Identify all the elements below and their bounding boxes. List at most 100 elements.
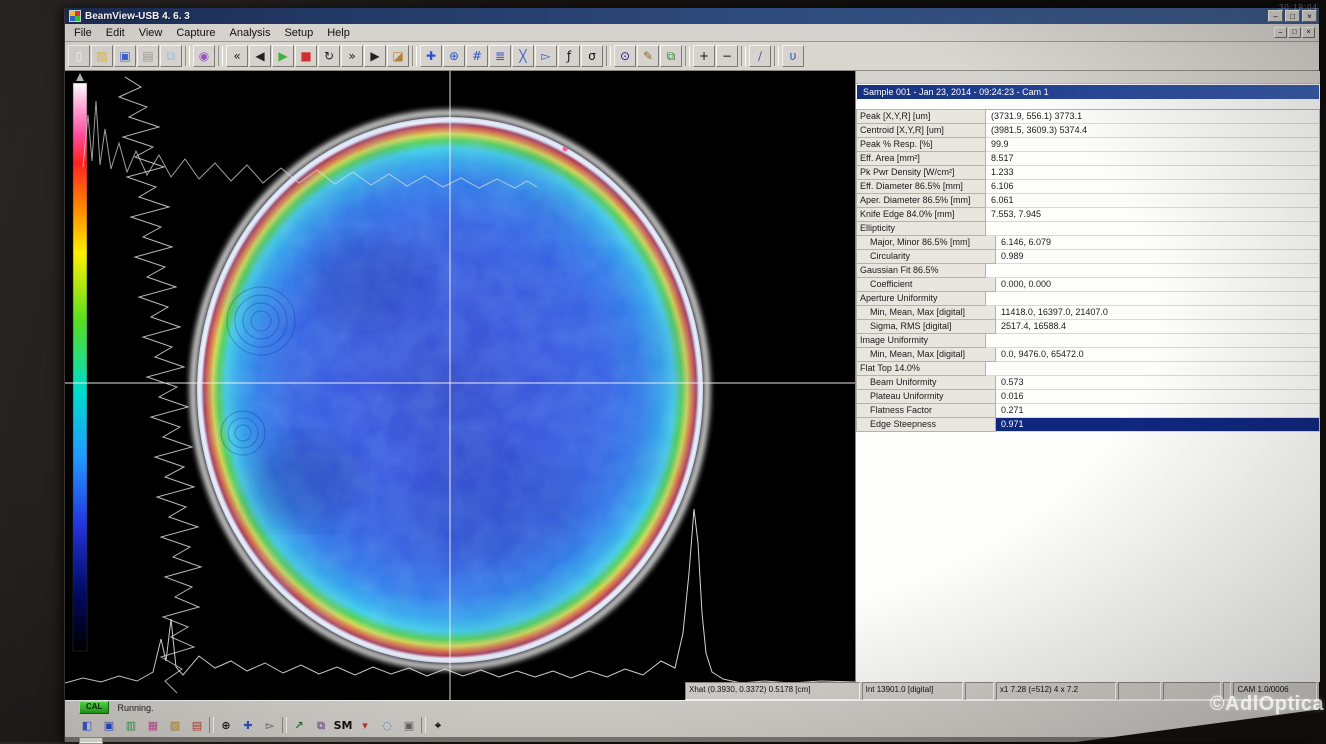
result-value: 6.146, 6.079 [996, 236, 1320, 250]
save-icon[interactable]: ▣ [114, 45, 136, 67]
draw-tool-icon[interactable]: ✎ [637, 45, 659, 67]
pdf-export-icon[interactable]: ▾ [355, 716, 375, 734]
first-frame-icon[interactable]: « [226, 45, 248, 67]
result-row[interactable]: Pk Pwr Density [W/cm²] 1.233 [856, 166, 1320, 180]
beam-display[interactable] [65, 71, 855, 700]
export-icon[interactable]: ↗ [289, 716, 309, 734]
move-tool-icon[interactable]: ✚ [420, 45, 442, 67]
result-row[interactable]: Sigma, RMS [digital] 2517.4, 16588.4 [856, 320, 1320, 334]
result-value [986, 334, 1320, 348]
menu-view[interactable]: View [132, 26, 170, 40]
camera-readout: CAM 1.0/0006 [1233, 682, 1317, 700]
print-icon[interactable]: ▤ [137, 45, 159, 67]
result-label: Edge Steepness [856, 418, 996, 432]
prev-frame-icon[interactable]: ◀ [249, 45, 271, 67]
film-strip-icon[interactable]: ▥ [121, 716, 141, 734]
menu-edit[interactable]: Edit [99, 26, 132, 40]
zoom-in-icon[interactable]: + [693, 45, 715, 67]
aperture-tool-icon[interactable]: ⊙ [614, 45, 636, 67]
result-row[interactable]: Circularity 0.989 [856, 250, 1320, 264]
result-row[interactable]: Gaussian Fit 86.5% [856, 264, 1320, 278]
grid-tool-icon[interactable]: # [466, 45, 488, 67]
result-value: (3731.9, 556.1) 3773.1 [986, 110, 1320, 124]
result-value: 1.233 [986, 166, 1320, 180]
pointer-tool-icon[interactable]: ▻ [535, 45, 557, 67]
acquisition-icon[interactable]: ◧ [77, 716, 97, 734]
result-value [986, 362, 1320, 376]
stop-icon[interactable]: ■ [295, 45, 317, 67]
zoom-tool-icon[interactable]: ⊕ [216, 716, 236, 734]
result-value: 0.271 [996, 404, 1320, 418]
result-value: 11418.0, 16397.0, 21407.0 [996, 306, 1320, 320]
snapshot-icon[interactable]: ▣ [399, 716, 419, 734]
search-icon[interactable]: ◌ [377, 716, 397, 734]
result-row[interactable]: Peak [X,Y,R] [um] (3731.9, 556.1) 3773.1 [856, 110, 1320, 124]
result-row[interactable]: Eff. Diameter 86.5% [mm] 6.106 [856, 180, 1320, 194]
sm-mode-button[interactable]: SM [333, 716, 353, 734]
minimize-button[interactable]: – [1274, 27, 1287, 38]
last-frame-icon[interactable]: ▶ [364, 45, 386, 67]
target-tool-icon[interactable]: ⌖ [428, 716, 448, 734]
pan-tool-icon[interactable]: ✚ [238, 716, 258, 734]
histogram-icon[interactable]: ▧ [165, 716, 185, 734]
result-row[interactable]: Min, Mean, Max [digital] 11418.0, 16397.… [856, 306, 1320, 320]
new-file-icon[interactable]: ▯ [68, 45, 90, 67]
capture-camera-icon[interactable]: ◉ [193, 45, 215, 67]
fit-function-icon[interactable]: ƒ [558, 45, 580, 67]
menu-capture[interactable]: Capture [169, 26, 222, 40]
palette-icon[interactable]: ▦ [143, 716, 163, 734]
next-frame-icon[interactable]: » [341, 45, 363, 67]
loop-icon[interactable]: ↻ [318, 45, 340, 67]
result-row[interactable]: Aper. Diameter 86.5% [mm] 6.061 [856, 194, 1320, 208]
result-label: Eff. Area [mm²] [856, 152, 986, 166]
result-label: Flat Top 14.0% [856, 362, 986, 376]
copy-icon[interactable]: ⧉ [160, 45, 182, 67]
zoom-out-icon[interactable]: − [716, 45, 738, 67]
overlay-tool-icon[interactable]: ⧉ [660, 45, 682, 67]
play-icon[interactable]: ▶ [272, 45, 294, 67]
open-file-icon[interactable]: ▨ [91, 45, 113, 67]
result-label: Sigma, RMS [digital] [856, 320, 996, 334]
result-row[interactable]: Major, Minor 86.5% [mm] 6.146, 6.079 [856, 236, 1320, 250]
result-row[interactable]: Beam Uniformity 0.573 [856, 376, 1320, 390]
calibration-pen-icon[interactable]: ∕ [749, 45, 771, 67]
menu-file[interactable]: File [67, 26, 99, 40]
clip-tool-icon[interactable]: ╳ [512, 45, 534, 67]
result-row[interactable]: Peak % Resp. [%] 99.9 [856, 138, 1320, 152]
close-button[interactable]: × [1302, 27, 1315, 38]
result-row[interactable]: Eff. Area [mm²] 8.517 [856, 152, 1320, 166]
menu-help[interactable]: Help [320, 26, 357, 40]
photo-of-monitor: { "photo": { "timecode": "30:19:04", "wa… [0, 0, 1326, 742]
centroid-tool-icon[interactable]: ⊕ [443, 45, 465, 67]
clipboard-icon[interactable]: ⧉ [311, 716, 331, 734]
report-icon[interactable]: ▤ [187, 716, 207, 734]
result-row[interactable]: Flat Top 14.0% [856, 362, 1320, 376]
result-row[interactable]: Image Uniformity [856, 334, 1320, 348]
result-row[interactable]: Edge Steepness 0.971 [856, 418, 1320, 432]
panel-top-strip [856, 71, 1320, 84]
statistics-sigma-icon[interactable]: σ [581, 45, 603, 67]
result-label: Peak % Resp. [%] [856, 138, 986, 152]
result-row[interactable]: Plateau Uniformity 0.016 [856, 390, 1320, 404]
menu-setup[interactable]: Setup [277, 26, 320, 40]
result-label: Aper. Diameter 86.5% [mm] [856, 194, 986, 208]
result-row[interactable]: Centroid [X,Y,R] [um] (3981.5, 3609.3) 5… [856, 124, 1320, 138]
result-row[interactable]: Ellipticity [856, 222, 1320, 236]
result-row[interactable]: Min, Mean, Max [digital] 0.0, 9476.0, 65… [856, 348, 1320, 362]
result-row[interactable]: Flatness Factor 0.271 [856, 404, 1320, 418]
maximize-button[interactable]: □ [1288, 27, 1301, 38]
profiles-tool-icon[interactable]: ≣ [489, 45, 511, 67]
select-tool-icon[interactable]: ▻ [260, 716, 280, 734]
result-row[interactable]: Knife Edge 84.0% [mm] 7.553, 7.945 [856, 208, 1320, 222]
result-value [986, 264, 1320, 278]
results-table: Peak [X,Y,R] [um] (3731.9, 556.1) 3773.1… [856, 109, 1320, 432]
capture-options-icon[interactable]: ◪ [387, 45, 409, 67]
hand-tool-icon[interactable]: υ [782, 45, 804, 67]
save-data-icon[interactable]: ▣ [99, 716, 119, 734]
result-row[interactable]: Aperture Uniformity [856, 292, 1320, 306]
result-row[interactable]: Coefficient 0.000, 0.000 [856, 278, 1320, 292]
menu-analysis[interactable]: Analysis [223, 26, 278, 40]
result-value: 99.9 [986, 138, 1320, 152]
cal-indicator[interactable]: CAL [79, 701, 109, 714]
taskbar: CAL Running. ◧▣▥▦▧▤⊕✚▻↗⧉SM▾◌▣⌖ [65, 700, 1319, 737]
